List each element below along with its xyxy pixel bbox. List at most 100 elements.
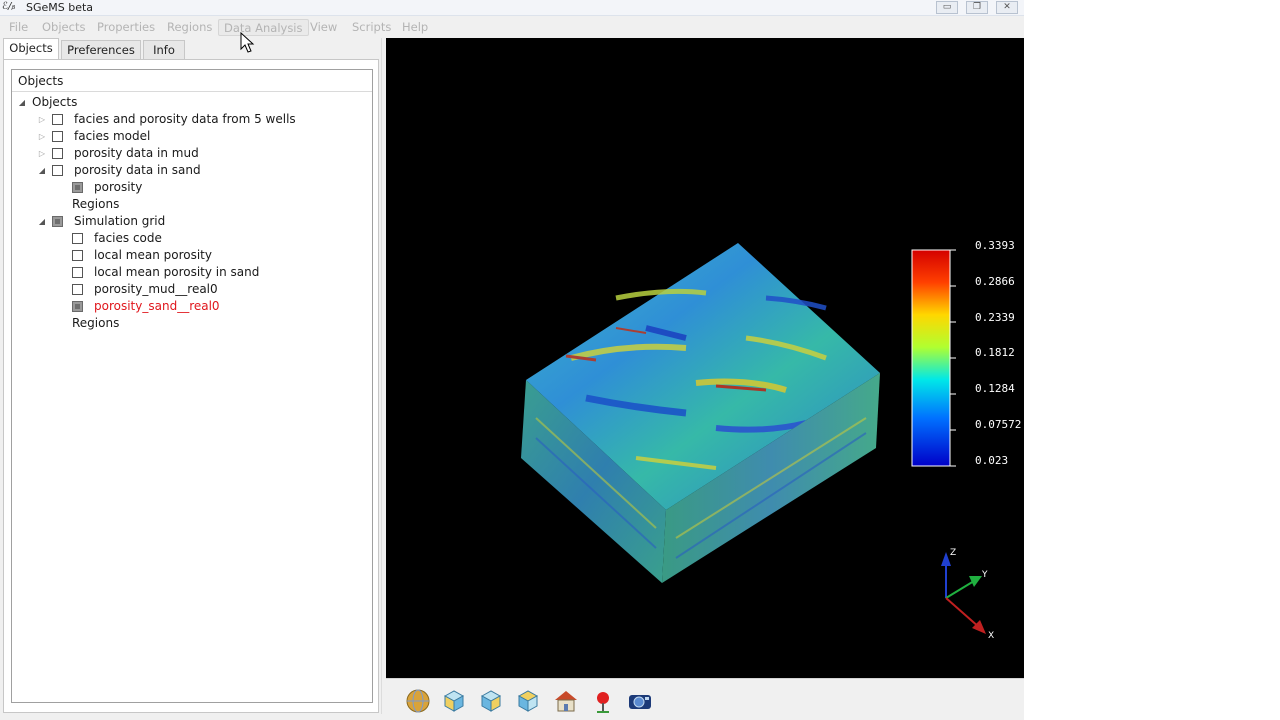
axis-z-label: Z: [950, 548, 956, 558]
property-checkbox[interactable]: [72, 233, 83, 244]
menu-regions[interactable]: Regions: [162, 19, 217, 36]
property-checkbox[interactable]: [72, 301, 83, 312]
tree-node-porosity-mud[interactable]: ▷ porosity data in mud: [12, 145, 372, 162]
visibility-checkbox[interactable]: [52, 131, 63, 142]
property-checkbox[interactable]: [72, 267, 83, 278]
minimize-icon: ▭: [942, 2, 952, 12]
colorbar-label: 0.023: [975, 454, 1008, 467]
close-button[interactable]: ✕: [996, 1, 1018, 14]
view-top-button[interactable]: [514, 687, 542, 715]
tab-objects[interactable]: Objects: [3, 38, 59, 60]
tab-info[interactable]: Info: [143, 40, 185, 60]
menu-help[interactable]: Help: [397, 19, 433, 36]
tree-node-root[interactable]: ◢ Objects: [12, 94, 372, 111]
menu-file[interactable]: File: [4, 19, 33, 36]
cube-icon: [443, 690, 465, 712]
colorbar-label: 0.3393: [975, 239, 1015, 252]
tree-node-porosity-sand-real0[interactable]: porosity_sand__real0: [12, 298, 372, 315]
3d-viewport[interactable]: 0.3393 0.2866 0.2339 0.1812 0.1284 0.075…: [386, 38, 1024, 678]
tree-node-label: Simulation grid: [74, 214, 166, 228]
tree-node-label: Objects: [32, 95, 78, 109]
globe-button[interactable]: [404, 687, 432, 715]
tree-node-regions[interactable]: Regions: [12, 196, 372, 213]
menu-data-analysis[interactable]: Data Analysis: [218, 19, 309, 36]
title-bar: ℰ/ᵦ SGeMS beta ▭ ❐ ✕: [0, 0, 1024, 16]
tree-node-label: facies model: [74, 129, 151, 143]
tree-node-label: porosity: [94, 180, 143, 194]
expanded-arrow-icon[interactable]: ◢: [38, 213, 46, 230]
menu-scripts[interactable]: Scripts: [347, 19, 396, 36]
tree-node-label: porosity_mud__real0: [94, 282, 218, 296]
left-panel: Objects Preferences Info Objects ◢ Objec…: [0, 38, 382, 714]
colorbar-label: 0.1812: [975, 346, 1015, 359]
snapshot-button[interactable]: [626, 687, 654, 715]
tree-node-local-mean-porosity-sand[interactable]: local mean porosity in sand: [12, 264, 372, 281]
visibility-checkbox[interactable]: [52, 114, 63, 125]
property-checkbox[interactable]: [72, 284, 83, 295]
tree-node-label: facies and porosity data from 5 wells: [74, 112, 296, 126]
object-tree: Objects ◢ Objects ▷ facies and porosity …: [11, 69, 373, 703]
collapsed-arrow-icon[interactable]: ▷: [38, 111, 46, 128]
tab-preferences[interactable]: Preferences: [61, 40, 141, 60]
menu-view[interactable]: View: [305, 19, 342, 36]
colorbar-ticks: [950, 249, 956, 467]
colorbar-label: 0.1284: [975, 382, 1015, 395]
expanded-arrow-icon[interactable]: ◢: [18, 94, 26, 111]
tree-node-label: local mean porosity: [94, 248, 212, 262]
tree-header: Objects: [12, 70, 372, 92]
view-front-button[interactable]: [440, 687, 468, 715]
maximize-icon: ❐: [972, 2, 982, 12]
minimize-button[interactable]: ▭: [936, 1, 958, 14]
menu-bar: File Objects Properties Regions Data Ana…: [0, 17, 1024, 37]
expanded-arrow-icon[interactable]: ◢: [38, 162, 46, 179]
globe-icon: [406, 689, 430, 713]
tree-node-grid-regions[interactable]: Regions: [12, 315, 372, 332]
property-checkbox[interactable]: [72, 182, 83, 193]
tree-node-facies-code[interactable]: facies code: [12, 230, 372, 247]
3d-scene: 0.3393 0.2866 0.2339 0.1812 0.1284 0.075…: [521, 239, 1021, 641]
tree-node-porosity-mud-real0[interactable]: porosity_mud__real0: [12, 281, 372, 298]
pin-icon: [597, 692, 609, 713]
tree-node-label: porosity data in sand: [74, 163, 201, 177]
colorbar-label: 0.2339: [975, 311, 1015, 324]
tree-node-simulation-grid[interactable]: ◢ Simulation grid: [12, 213, 372, 230]
tree-node-label: facies code: [94, 231, 162, 245]
app-logo-icon: ℰ/ᵦ: [2, 1, 16, 12]
app-root: ℰ/ᵦ SGeMS beta ▭ ❐ ✕ File Objects Proper…: [0, 0, 1280, 720]
sgems-window: ℰ/ᵦ SGeMS beta ▭ ❐ ✕ File Objects Proper…: [0, 0, 1024, 720]
tree-node-porosity-property[interactable]: porosity: [12, 179, 372, 196]
tree-node-local-mean-porosity[interactable]: local mean porosity: [12, 247, 372, 264]
collapsed-arrow-icon[interactable]: ▷: [38, 128, 46, 145]
home-icon: [555, 691, 577, 712]
tree-node-wells-data[interactable]: ▷ facies and porosity data from 5 wells: [12, 111, 372, 128]
view-side-button[interactable]: [477, 687, 505, 715]
colorbar: [911, 249, 951, 467]
tree-node-facies-model[interactable]: ▷ facies model: [12, 128, 372, 145]
menu-objects[interactable]: Objects: [37, 19, 90, 36]
home-view-button[interactable]: [552, 687, 580, 715]
tree-node-label: porosity data in mud: [74, 146, 199, 160]
visibility-checkbox[interactable]: [52, 216, 63, 227]
outside-area: [1024, 0, 1280, 720]
axis-x-label: X: [988, 631, 994, 641]
objects-tab-pane: Objects ◢ Objects ▷ facies and porosity …: [3, 59, 379, 713]
menu-properties[interactable]: Properties: [92, 19, 160, 36]
tree-node-label: Regions: [72, 197, 120, 211]
tree-node-label-selected: porosity_sand__real0: [94, 299, 220, 313]
property-checkbox[interactable]: [72, 250, 83, 261]
visibility-checkbox[interactable]: [52, 165, 63, 176]
collapsed-arrow-icon[interactable]: ▷: [38, 145, 46, 162]
colorbar-label: 0.2866: [975, 275, 1015, 288]
colorbar-label: 0.07572: [975, 418, 1021, 431]
visibility-checkbox[interactable]: [52, 148, 63, 159]
camera-icon: [629, 695, 651, 709]
axis-indicator: Z Y X: [941, 548, 994, 641]
window-title: SGeMS beta: [26, 1, 94, 14]
pick-point-button[interactable]: [589, 687, 617, 715]
tree-node-porosity-sand[interactable]: ◢ porosity data in sand: [12, 162, 372, 179]
close-icon: ✕: [1003, 2, 1011, 12]
mouse-cursor-icon: [240, 32, 255, 53]
maximize-button[interactable]: ❐: [966, 1, 988, 14]
view-toolbar: [386, 678, 1024, 720]
tree-node-label: Regions: [72, 316, 120, 330]
